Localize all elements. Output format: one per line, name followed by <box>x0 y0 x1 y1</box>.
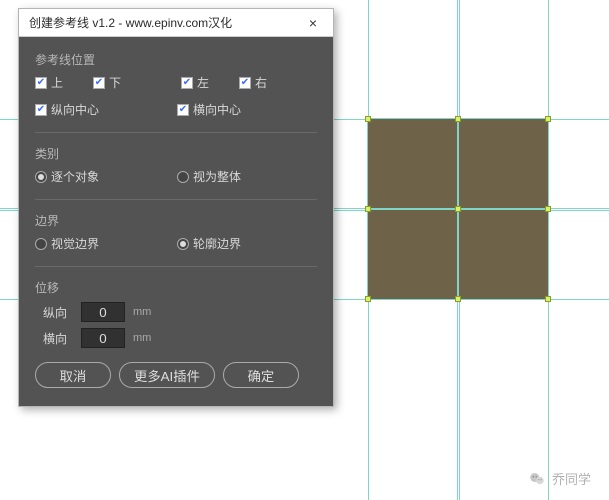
radio-label: 轮廓边界 <box>193 235 241 252</box>
radio-icon <box>177 238 189 250</box>
section-position: 参考线位置 ✔ 上 ✔ 下 ✔ 左 ✔ 右 <box>35 51 317 118</box>
radio-icon <box>177 171 189 183</box>
cancel-button[interactable]: 取消 <box>35 362 111 388</box>
checkbox-icon: ✔ <box>239 77 251 89</box>
check-vcenter[interactable]: ✔ 纵向中心 <box>35 101 143 118</box>
section-label: 参考线位置 <box>35 51 317 68</box>
selection-handle[interactable] <box>365 116 371 122</box>
selection-handle[interactable] <box>455 116 461 122</box>
check-hcenter[interactable]: ✔ 横向中心 <box>177 101 241 118</box>
radio-label: 视为整体 <box>193 168 241 185</box>
checkbox-icon: ✔ <box>181 77 193 89</box>
check-left[interactable]: ✔ 左 <box>181 74 235 91</box>
offset-h-input[interactable] <box>81 328 125 348</box>
selection-handle[interactable] <box>545 296 551 302</box>
check-label: 横向中心 <box>193 101 241 118</box>
check-right[interactable]: ✔ 右 <box>239 74 293 91</box>
watermark-text: 乔同学 <box>552 469 591 488</box>
close-button[interactable]: × <box>299 13 327 33</box>
check-label: 右 <box>255 74 267 91</box>
close-icon: × <box>309 15 317 31</box>
canvas-object[interactable] <box>459 119 548 208</box>
radio-label: 逐个对象 <box>51 168 99 185</box>
more-plugins-button[interactable]: 更多AI插件 <box>119 362 215 388</box>
selection-handle[interactable] <box>365 296 371 302</box>
selection-handle[interactable] <box>455 296 461 302</box>
check-bottom[interactable]: ✔ 下 <box>93 74 147 91</box>
wechat-icon <box>528 470 546 488</box>
offset-v-input[interactable] <box>81 302 125 322</box>
button-label: 更多AI插件 <box>134 366 200 385</box>
check-label: 纵向中心 <box>51 101 99 118</box>
ok-button[interactable]: 确定 <box>223 362 299 388</box>
selection-handle[interactable] <box>365 206 371 212</box>
button-label: 取消 <box>60 366 87 385</box>
divider <box>35 199 317 200</box>
dialog-body: 参考线位置 ✔ 上 ✔ 下 ✔ 左 ✔ 右 <box>19 37 333 406</box>
selection-handle[interactable] <box>455 206 461 212</box>
check-label: 上 <box>51 74 63 91</box>
unit-label: mm <box>133 306 151 318</box>
canvas-object[interactable] <box>368 119 457 208</box>
selection-handle[interactable] <box>545 206 551 212</box>
radio-outline-bounds[interactable]: 轮廓边界 <box>177 235 241 252</box>
radio-visual-bounds[interactable]: 视觉边界 <box>35 235 143 252</box>
offset-v-label: 纵向 <box>43 304 73 321</box>
check-label: 左 <box>197 74 209 91</box>
section-label: 边界 <box>35 212 317 229</box>
divider <box>35 132 317 133</box>
offset-h-label: 横向 <box>43 330 73 347</box>
check-label: 下 <box>109 74 121 91</box>
watermark: 乔同学 <box>528 469 591 488</box>
button-label: 确定 <box>248 366 275 385</box>
section-offset: 位移 纵向 mm 横向 mm <box>35 279 317 348</box>
section-category: 类别 逐个对象 视为整体 <box>35 145 317 185</box>
radio-label: 视觉边界 <box>51 235 99 252</box>
unit-label: mm <box>133 332 151 344</box>
section-bounds: 边界 视觉边界 轮廓边界 <box>35 212 317 252</box>
checkbox-icon: ✔ <box>93 77 105 89</box>
guide-v <box>457 0 458 500</box>
titlebar[interactable]: 创建参考线 v1.2 - www.epinv.com汉化 × <box>19 9 333 37</box>
checkbox-icon: ✔ <box>35 77 47 89</box>
section-label: 位移 <box>35 279 317 296</box>
radio-icon <box>35 171 47 183</box>
create-guides-dialog: 创建参考线 v1.2 - www.epinv.com汉化 × 参考线位置 ✔ 上… <box>18 8 334 407</box>
radio-each-object[interactable]: 逐个对象 <box>35 168 143 185</box>
guide-v <box>548 0 549 500</box>
checkbox-icon: ✔ <box>35 104 47 116</box>
canvas-object[interactable] <box>368 210 457 299</box>
dialog-title: 创建参考线 v1.2 - www.epinv.com汉化 <box>29 14 232 31</box>
section-label: 类别 <box>35 145 317 162</box>
divider <box>35 266 317 267</box>
radio-icon <box>35 238 47 250</box>
checkbox-icon: ✔ <box>177 104 189 116</box>
selection-handle[interactable] <box>545 116 551 122</box>
check-top[interactable]: ✔ 上 <box>35 74 89 91</box>
canvas-object[interactable] <box>459 210 548 299</box>
radio-whole[interactable]: 视为整体 <box>177 168 241 185</box>
